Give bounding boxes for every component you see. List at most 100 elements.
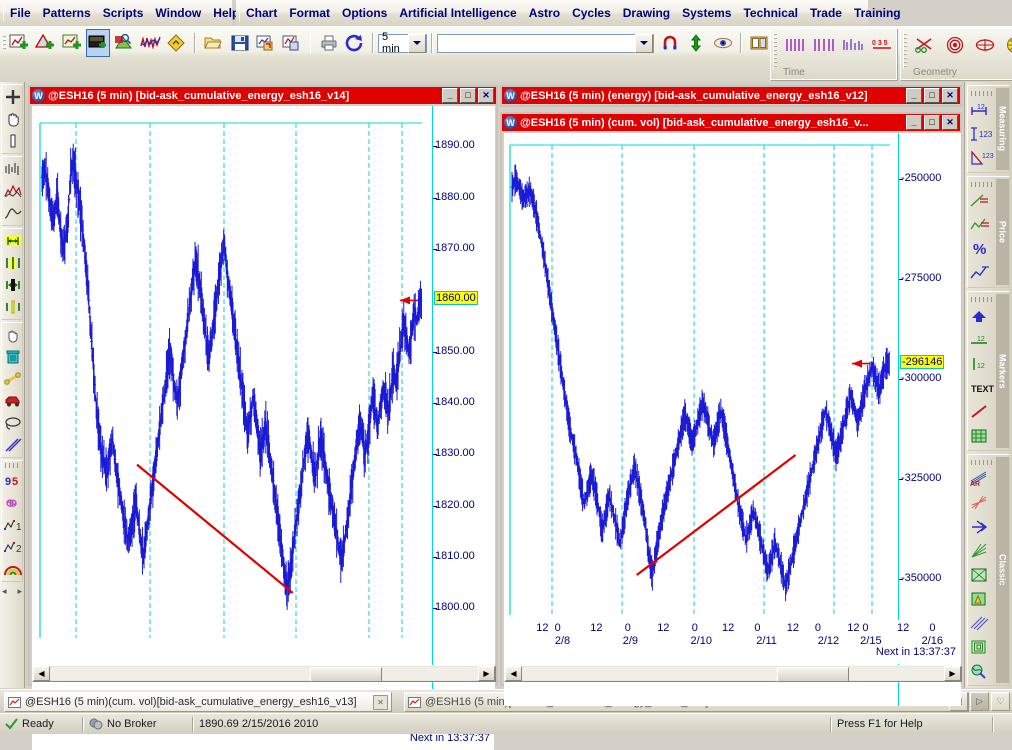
bars-uneven-icon[interactable] <box>810 33 838 57</box>
yellow-sphere-icon[interactable] <box>1001 33 1012 57</box>
menu-artificial-intelligence[interactable]: Artificial Intelligence <box>393 4 522 22</box>
percent-icon[interactable]: % <box>968 237 996 261</box>
wave2-icon[interactable]: 2 <box>2 536 24 558</box>
symbol-text-field[interactable] <box>441 36 635 50</box>
markers-grip[interactable] <box>971 297 995 302</box>
menu-cycles[interactable]: Cycles <box>566 4 617 22</box>
updown-arrow-icon[interactable] <box>684 29 708 57</box>
print-icon[interactable] <box>316 29 340 57</box>
menu-chart[interactable]: Chart <box>240 4 283 22</box>
load-layout-icon[interactable] <box>254 29 278 57</box>
geometry-palette-grip[interactable] <box>903 33 907 69</box>
number-95-icon[interactable]: 9 5 <box>2 470 24 492</box>
measure-split-icon[interactable] <box>2 252 24 274</box>
spiral-icon[interactable] <box>968 635 996 659</box>
close-button[interactable]: ✕ <box>942 88 958 103</box>
scroll-left-button[interactable]: ◀ <box>33 666 50 681</box>
trash-icon[interactable] <box>2 346 24 368</box>
measure-center-icon[interactable] <box>2 274 24 296</box>
gann-box-icon[interactable] <box>968 587 996 611</box>
cycle-glass-icon[interactable] <box>968 659 996 683</box>
peaks-icon[interactable] <box>2 180 24 202</box>
save-layout-icon[interactable] <box>280 29 304 57</box>
measure-horizontal-icon[interactable] <box>2 230 24 252</box>
parallel-lines-icon[interactable] <box>2 434 24 456</box>
next-window-button[interactable]: ▷ <box>970 692 989 711</box>
lasso-icon[interactable] <box>2 412 24 434</box>
close-button[interactable]: ✕ <box>942 115 958 130</box>
close-button[interactable]: ✕ <box>478 88 494 103</box>
chart-properties-icon[interactable] <box>112 29 136 57</box>
grid-green-icon[interactable] <box>968 563 996 587</box>
maximize-button[interactable]: □ <box>924 115 940 130</box>
scroll-right-button[interactable]: ▶ <box>478 666 495 681</box>
open-folder-icon[interactable] <box>201 29 225 57</box>
taskbar-close-icon[interactable]: ✕ <box>373 695 388 710</box>
time-palette-grip[interactable] <box>773 33 777 69</box>
infinity-icon[interactable] <box>2 492 24 514</box>
arrow-marker-icon[interactable] <box>968 304 996 328</box>
crosshair-icon[interactable] <box>2 86 24 108</box>
measuring-grip[interactable] <box>971 91 995 96</box>
curve-icon[interactable] <box>2 202 24 224</box>
indicator-icon[interactable] <box>138 29 162 57</box>
fan-green-icon[interactable] <box>968 539 996 563</box>
alert-icon[interactable] <box>165 29 189 57</box>
menu-scripts[interactable]: Scripts <box>97 4 150 22</box>
menu-options[interactable]: Options <box>336 4 393 22</box>
symbol-chevron-down-icon[interactable] <box>635 34 653 53</box>
status-resize-grip[interactable] <box>994 715 1012 733</box>
menu-window[interactable]: Window <box>149 4 207 22</box>
minimize-button[interactable]: _ <box>442 88 458 103</box>
menu-technical[interactable]: Technical <box>737 4 803 22</box>
drag-hand-icon[interactable] <box>2 324 24 346</box>
classic-grip[interactable] <box>971 460 995 465</box>
chart-window-price[interactable]: W @ESH16 (5 min) [bid-ask_cumulative_ene… <box>28 85 498 686</box>
circles-icon[interactable] <box>941 33 969 57</box>
window-list-button[interactable]: ♡ <box>991 692 1010 711</box>
menu-astro[interactable]: Astro <box>523 4 566 22</box>
bars-even-icon[interactable] <box>781 33 809 57</box>
left-tool-group-5-grip[interactable] <box>5 463 19 468</box>
car-icon[interactable] <box>2 390 24 412</box>
left-tool-scroll[interactable]: ◂▸ <box>0 584 24 599</box>
measure-angle-icon[interactable]: 123 <box>968 146 996 170</box>
menu-format[interactable]: Format <box>283 4 336 22</box>
scroll-thumb[interactable] <box>777 667 849 682</box>
toolbar-grip[interactable] <box>2 35 6 51</box>
trend-equal-icon[interactable] <box>968 189 996 213</box>
bars-fib-icon[interactable] <box>839 33 867 57</box>
grid-marker-icon[interactable] <box>968 424 996 448</box>
fan-red-icon[interactable] <box>968 491 996 515</box>
taskbar-item-cumvol[interactable]: @ESH16 (5 min)(cum. vol)[bid-ask_cumulat… <box>4 692 392 712</box>
scissors-icon[interactable] <box>911 33 939 57</box>
price-plot-area[interactable] <box>32 106 432 706</box>
vertical-marker-icon[interactable]: 12 <box>968 352 996 376</box>
chart-window-price-titlebar[interactable]: W @ESH16 (5 min) [bid-ask_cumulative_ene… <box>30 87 496 104</box>
scroll-right-button[interactable]: ▶ <box>944 666 961 681</box>
minimize-button[interactable]: _ <box>906 115 922 130</box>
speed-line-icon[interactable] <box>968 261 996 285</box>
timeframe-chevron-down-icon[interactable] <box>408 34 426 53</box>
measure-gap-icon[interactable] <box>2 296 24 318</box>
menu-trade[interactable]: Trade <box>804 4 848 22</box>
bars-pattern-icon[interactable] <box>2 158 24 180</box>
measure-width-icon[interactable]: 12 <box>968 98 996 122</box>
bone-icon[interactable] <box>2 368 24 390</box>
level-035-icon[interactable]: 0 3 5 <box>868 33 896 57</box>
new-chart-icon[interactable] <box>7 29 31 57</box>
wave1-icon[interactable]: 1 <box>2 514 24 536</box>
text-cursor-icon[interactable] <box>2 130 24 152</box>
timeframe-select[interactable]: 5 min <box>378 34 427 53</box>
menu-patterns[interactable]: Patterns <box>37 4 97 22</box>
rainbow-icon[interactable] <box>2 558 24 580</box>
menu-file[interactable]: File <box>4 4 37 22</box>
scroll-left-button[interactable]: ◀ <box>505 666 522 681</box>
andrews-pitchfork-icon[interactable]: AR <box>968 467 996 491</box>
add-window-icon[interactable] <box>59 29 83 57</box>
refresh-icon[interactable] <box>343 29 367 57</box>
menu-training[interactable]: Training <box>848 4 907 22</box>
dark-chart-icon[interactable] <box>86 29 110 57</box>
menubar-grip[interactable] <box>3 5 4 21</box>
hand-icon[interactable] <box>2 108 24 130</box>
